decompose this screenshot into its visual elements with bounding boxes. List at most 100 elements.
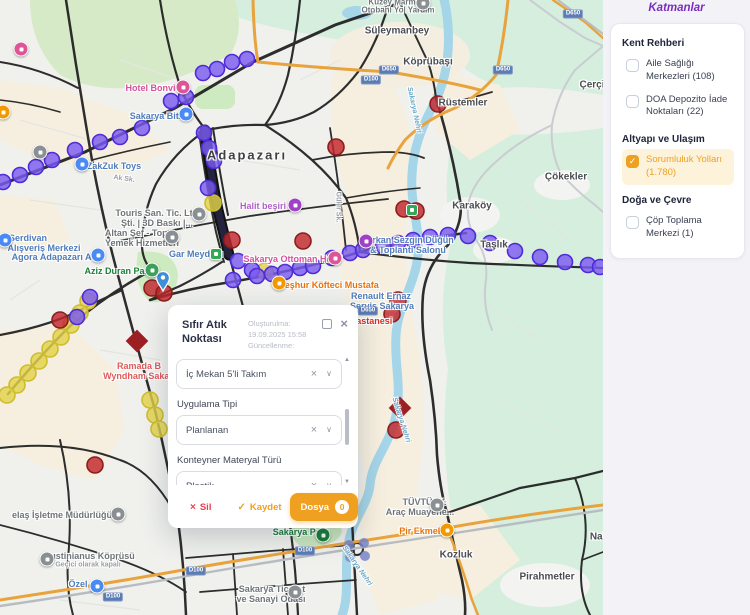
map-label: Karaköy xyxy=(452,201,491,212)
poi-altan-sef-icon[interactable] xyxy=(165,230,180,245)
scrollbar-thumb[interactable] xyxy=(345,409,349,445)
poi-green-square-karakoy-icon[interactable] xyxy=(406,204,418,216)
map-label: Adapazarı xyxy=(207,148,287,163)
poi-sakarya-park-icon[interactable] xyxy=(316,528,331,543)
file-button[interactable]: Dosya 0 xyxy=(290,493,359,521)
map-label: Erkan Sezgin Düğün xyxy=(366,235,454,245)
file-count-badge: 0 xyxy=(335,500,349,514)
save-button[interactable]: ✓ Kaydet xyxy=(233,498,285,517)
field-label: Uygulama Tipi xyxy=(177,399,342,410)
scroll-down-icon[interactable]: ▼ xyxy=(344,479,350,485)
poi-orange-left-icon[interactable] xyxy=(0,105,11,120)
poi-sakarya-bit-icon[interactable] xyxy=(179,107,194,122)
road-shield: D650 xyxy=(358,307,378,316)
poi-halit-besiri-icon[interactable] xyxy=(288,198,303,213)
scrollbar[interactable]: ▲ ▼ xyxy=(343,357,351,485)
map-label: Nak xyxy=(590,532,603,543)
map-label: Kozluk xyxy=(440,550,473,561)
map-label: Süleymanbey xyxy=(365,26,429,37)
poi-agora-avm-icon[interactable] xyxy=(91,248,106,263)
scroll-up-icon[interactable]: ▲ xyxy=(344,357,350,363)
checkbox-checked-icon[interactable]: ✓ xyxy=(626,155,639,168)
map-label: Touris San. Tic. Ltd. xyxy=(115,208,200,218)
map-label: Meşhur Köfteci Mustafa xyxy=(277,280,379,290)
map-label: Sakarya Nehri xyxy=(341,545,374,587)
map-label: Ramada B xyxy=(117,361,161,371)
select-field[interactable]: Planlanan×∨ xyxy=(176,415,342,445)
map-label: Köprübaşı xyxy=(403,57,452,68)
map-label: Pirahmetler xyxy=(519,572,574,583)
poi-aziz-duran-parki-icon[interactable] xyxy=(145,263,160,278)
field-label: Konteyner Materyal Türü xyxy=(177,455,342,466)
updated-label: Güncellenme: xyxy=(248,340,306,351)
chevron-down-icon[interactable]: ∨ xyxy=(326,426,332,434)
poi-sakarya-ticaret-odasi-icon[interactable] xyxy=(288,585,303,600)
layer-toggle-row[interactable]: Çöp Toplama Merkezi (1) xyxy=(622,210,734,246)
select-field[interactable]: Plastik×∨ xyxy=(176,471,342,485)
popup-form-scroll-area[interactable]: Konteyner Ebadıİç Mekan 5'li Takım×∨Uygu… xyxy=(176,357,352,485)
app-root: Adapazarı Süleymanbey Köprübaşı Rüstemler Çe… xyxy=(0,0,750,615)
expand-icon[interactable] xyxy=(322,319,332,329)
poi-zakzuk-toys-icon[interactable] xyxy=(75,157,90,172)
sidebar-title: Katmanlar xyxy=(603,2,750,14)
checkbox-icon[interactable] xyxy=(626,95,639,108)
map-label: Çökekler xyxy=(545,172,587,183)
poi-mesur-kofteci-icon[interactable] xyxy=(272,276,287,291)
road-shield: D100 xyxy=(186,567,206,576)
map-label: Sakarya Nehri xyxy=(390,397,411,444)
layer-label: DOA Depozito İade Noktaları (22) xyxy=(646,94,730,120)
delete-button[interactable]: × Sil xyxy=(186,498,215,517)
popup-header: Sıfır Atık Noktası Oluşturulma: 19.09.20… xyxy=(168,305,358,351)
close-icon[interactable]: × xyxy=(340,319,348,329)
zero-waste-point-popup: Sıfır Atık Noktası Oluşturulma: 19.09.20… xyxy=(168,305,358,528)
map-label: Güler Sk. xyxy=(335,192,342,223)
road-shield: D650 xyxy=(379,66,399,75)
poi-tuvturk-icon[interactable] xyxy=(430,498,445,513)
layer-group-heading: Kent Rehberi xyxy=(622,38,734,49)
select-field[interactable]: İç Mekan 5'li Takım×∨ xyxy=(176,359,342,389)
popup-footer: × Sil ✓ Kaydet Dosya 0 xyxy=(168,485,358,521)
map-label: Geçici olarak kapalı xyxy=(55,562,120,569)
layers-sidebar: Katmanlar Kent Rehberi Aile Sağlığı Merke… xyxy=(603,0,750,615)
map-label: Serdivan xyxy=(9,233,47,243)
clear-icon[interactable]: × xyxy=(311,425,317,435)
map-label: Şti. | 3D Baskı |... xyxy=(121,218,193,228)
map-label: Pir Ekmek xyxy=(399,526,443,536)
layer-toggle-row[interactable]: DOA Depozito İade Noktaları (22) xyxy=(622,89,734,125)
layer-label: Sorumluluk Yolları (1.780) xyxy=(646,154,730,180)
checkbox-icon[interactable] xyxy=(626,216,639,229)
poi-erkan-sezgin-salon-icon[interactable] xyxy=(359,234,374,249)
poi-hotel-icon[interactable] xyxy=(14,42,29,57)
poi-justinianus-koprusu-icon[interactable] xyxy=(40,552,55,567)
poi-sakarya-ottoman-hotel-icon[interactable] xyxy=(328,251,343,266)
road-shield: D100 xyxy=(295,547,315,556)
road-shield: D100 xyxy=(103,593,123,602)
poi-hotel-bonvie-icon[interactable] xyxy=(176,80,191,95)
save-check-icon: ✓ xyxy=(237,502,245,513)
map-label: Rüstemler xyxy=(439,98,488,109)
poi-isletme-mudurlugu-icon[interactable] xyxy=(111,507,126,522)
clear-icon[interactable]: × xyxy=(311,369,317,379)
poi-ozel-icon[interactable] xyxy=(90,579,105,594)
poi-green-square-gar-icon[interactable] xyxy=(210,248,222,260)
map-label: Justinianus Köprüsü xyxy=(45,551,135,561)
popup-meta: Oluşturulma: 19.09.2025 15:58 Güncellenm… xyxy=(248,318,306,351)
poi-touris-3d-icon[interactable] xyxy=(192,207,207,222)
map-label: Sakarya Nehri xyxy=(406,86,423,133)
map-label: Halit beşiri xyxy=(240,201,286,211)
map-label: elaş İşletme Müdürlüğü xyxy=(12,510,112,520)
layer-toggle-row[interactable]: Aile Sağlığı Merkezleri (108) xyxy=(622,53,734,89)
checkbox-icon[interactable] xyxy=(626,59,639,72)
clear-icon[interactable]: × xyxy=(311,481,317,485)
layer-toggle-row[interactable]: ✓ Sorumluluk Yolları (1.780) xyxy=(622,149,734,185)
map-label: Çerçi xyxy=(579,80,603,91)
poi-pir-ekmek-icon[interactable] xyxy=(440,523,455,538)
road-shield: D650 xyxy=(493,66,513,75)
map-label: ZakZuk Toys xyxy=(87,161,141,171)
map-label: Taşlık xyxy=(480,240,508,251)
layers-card: Kent Rehberi Aile Sağlığı Merkezleri (108… xyxy=(610,23,745,259)
chevron-down-icon[interactable]: ∨ xyxy=(326,370,332,378)
poi-sigorta-icon[interactable] xyxy=(33,145,48,160)
chevron-down-icon[interactable]: ∨ xyxy=(326,482,332,485)
map-label: & Toplantı Salonu xyxy=(370,245,446,255)
